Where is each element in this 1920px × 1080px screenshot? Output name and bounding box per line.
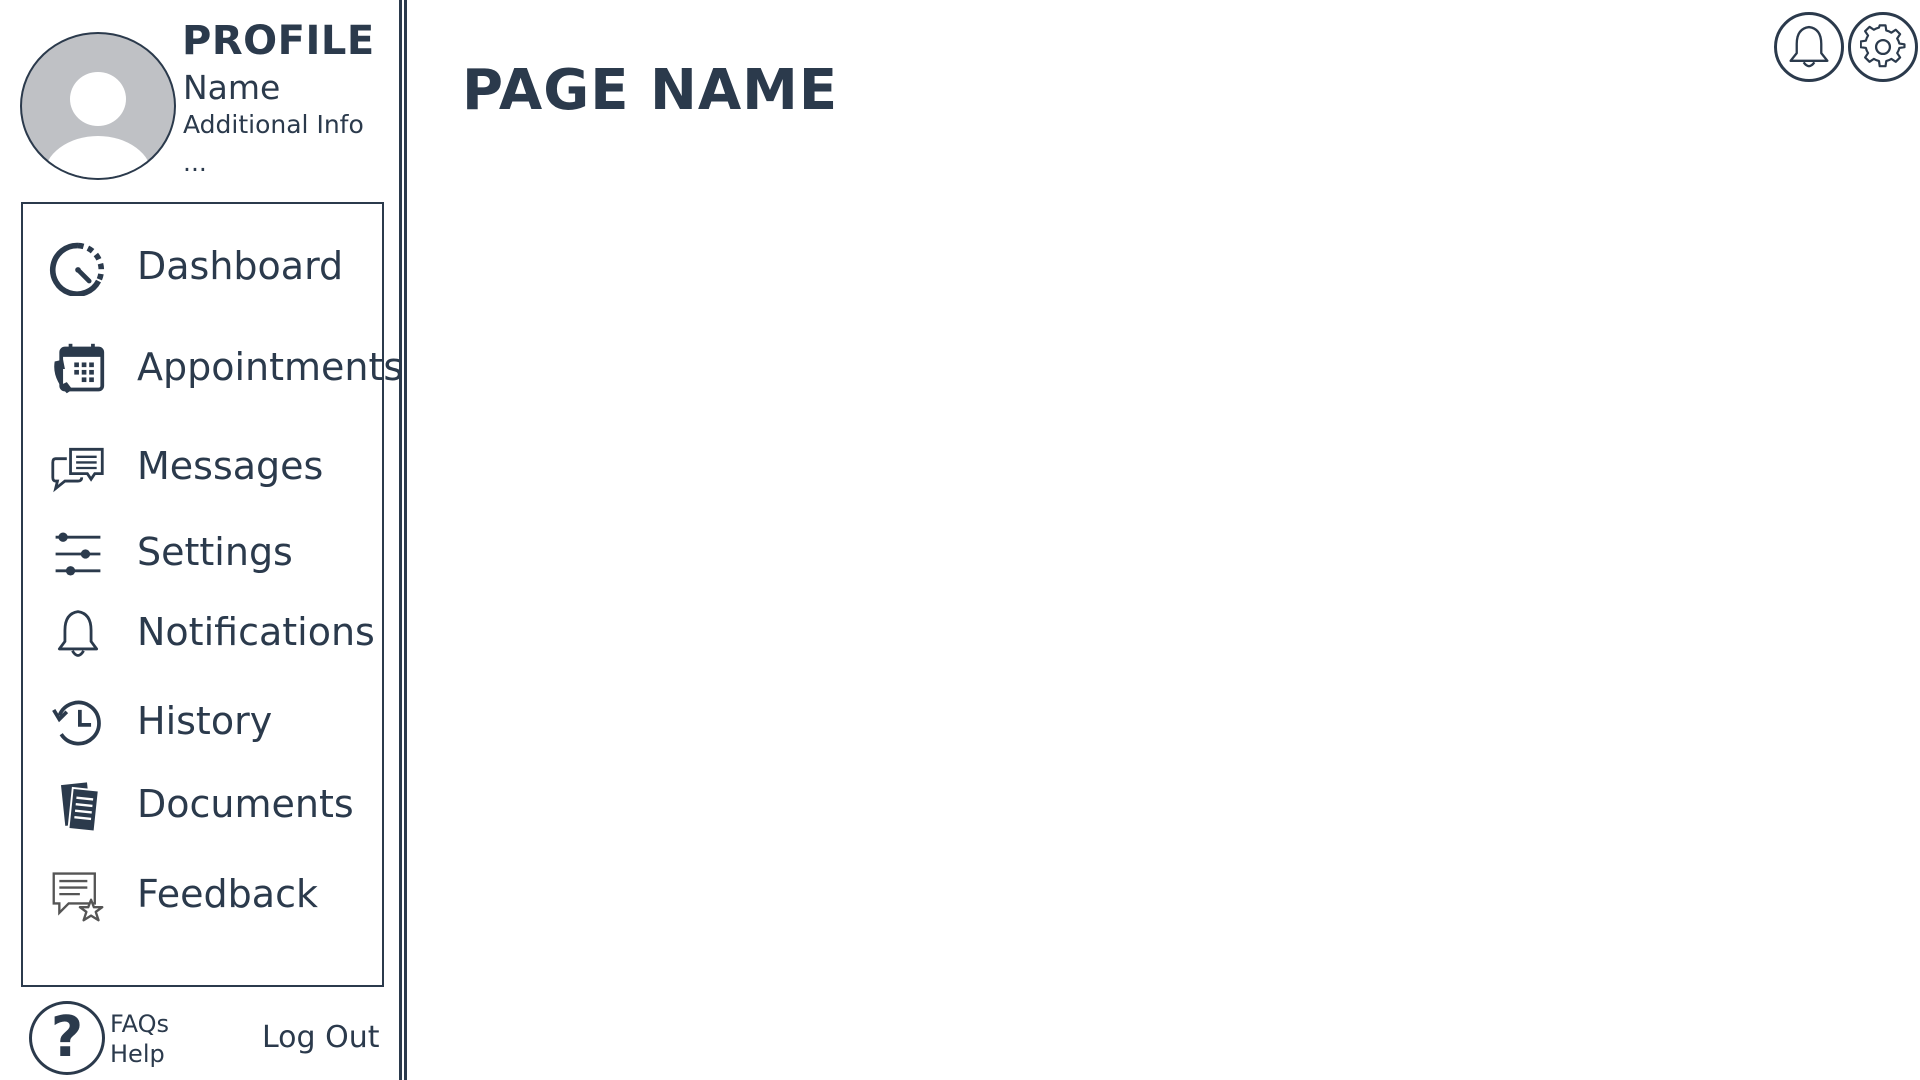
- sidebar-item-label: Documents: [137, 782, 354, 826]
- bell-icon: [1789, 25, 1829, 68]
- sidebar-item-dashboard[interactable]: Dashboard: [23, 234, 382, 300]
- sidebar-item-label: History: [137, 699, 273, 743]
- sidebar-item-label: Appointments: [137, 345, 404, 389]
- logout-button[interactable]: Log Out: [262, 1020, 380, 1055]
- page-title: PAGE NAME: [462, 58, 839, 123]
- sidebar-item-label: Settings: [137, 530, 293, 574]
- sidebar-item-history[interactable]: History: [23, 689, 382, 755]
- calendar-phone-icon: [49, 341, 107, 397]
- faqs-link[interactable]: FAQs: [110, 1010, 169, 1038]
- profile-heading: PROFILE: [182, 18, 375, 64]
- avatar-body-shape: [44, 136, 152, 178]
- sidebar-nav: Dashboard Appointments Messages Settings: [21, 202, 403, 987]
- bell-icon: [49, 606, 107, 662]
- chat-bubbles-icon: [49, 440, 107, 496]
- sidebar-divider: [399, 0, 407, 1080]
- profile-additional-info: Additional Info: [183, 110, 364, 139]
- sidebar: PROFILE Name Additional Info ... Dashboa…: [0, 0, 403, 1080]
- sidebar-item-appointments[interactable]: Appointments: [23, 335, 403, 401]
- help-link[interactable]: Help: [110, 1040, 165, 1068]
- history-clock-icon: [49, 695, 107, 751]
- question-mark-icon[interactable]: ?: [29, 1001, 105, 1075]
- feedback-star-icon: [49, 868, 107, 924]
- sidebar-item-label: Feedback: [137, 872, 318, 916]
- sidebar-item-feedback[interactable]: Feedback: [23, 862, 382, 928]
- profile-name: Name: [183, 68, 281, 107]
- sidebar-item-documents[interactable]: Documents: [23, 772, 382, 838]
- avatar[interactable]: [20, 32, 176, 180]
- sidebar-item-label: Notifications: [137, 610, 375, 654]
- documents-icon: [49, 778, 107, 834]
- settings-button[interactable]: [1848, 12, 1918, 82]
- sidebar-item-label: Messages: [137, 444, 324, 488]
- sidebar-item-messages[interactable]: Messages: [23, 434, 382, 500]
- profile-more-info: ...: [183, 148, 207, 177]
- sidebar-item-settings[interactable]: Settings: [23, 520, 382, 586]
- gear-icon: [1860, 24, 1906, 68]
- notifications-button[interactable]: [1774, 12, 1844, 82]
- sidebar-item-label: Dashboard: [137, 244, 344, 288]
- sliders-icon: [49, 526, 107, 582]
- sidebar-item-notifications[interactable]: Notifications: [23, 600, 382, 666]
- avatar-head-shape: [70, 72, 126, 126]
- dashboard-gauge-icon: [49, 240, 107, 297]
